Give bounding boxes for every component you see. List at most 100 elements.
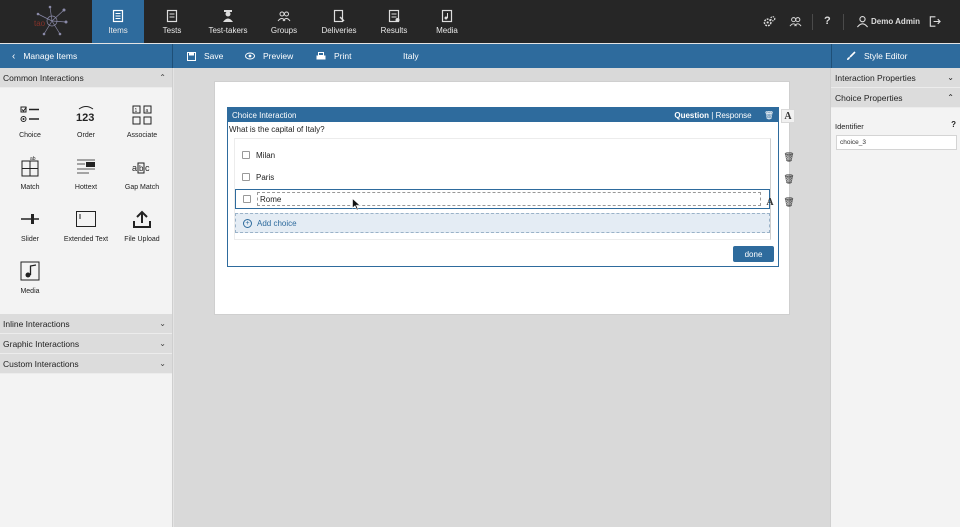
choice-checkbox[interactable] [243,195,251,203]
chevron-down-icon: ⌄ [947,73,954,82]
users-icon[interactable] [789,15,802,28]
manage-items-button[interactable]: ‹ Manage Items [0,44,173,68]
nav-tab-tests[interactable]: Tests [146,0,198,43]
logout-icon[interactable] [928,15,941,28]
style-editor-button[interactable]: Style Editor [831,44,960,68]
tool-extended-text[interactable]: Extended Text [58,208,114,243]
choice-interaction-header: Choice Interaction Question | Response 🗑 [228,108,778,122]
delete-choice-icon[interactable]: 🗑 [782,172,796,186]
item-toolbar: ‹ Manage Items Save Preview Print Italy … [0,44,960,68]
associate-icon: 1a [132,105,152,125]
chevron-down-icon: ⌄ [159,319,166,328]
interaction-properties-header[interactable]: Interaction Properties ⌄ [831,68,960,88]
nav-tab-label: Items [108,26,128,35]
text-format-icon[interactable]: A [763,195,777,209]
item-body[interactable]: Choice Interaction Question | Response 🗑… [214,81,795,315]
trash-icon[interactable]: 🗑 [764,111,774,120]
delete-choice-icon[interactable]: 🗑 [782,150,796,164]
text-format-icon[interactable]: A [781,109,795,123]
section-title: Graphic Interactions [3,338,80,349]
interaction-prompt[interactable]: What is the capital of Italy? [228,122,778,137]
tests-icon [166,9,178,23]
delete-choice-icon[interactable]: 🗑 [782,195,796,209]
tool-choice[interactable]: Choice [2,104,58,139]
file-upload-icon [133,210,151,228]
match-icon: ab [21,156,39,177]
tool-hottext[interactable]: Hottext [58,156,114,191]
item-canvas: Choice Interaction Question | Response 🗑… [174,68,830,527]
tool-associate[interactable]: 1a Associate [114,104,170,139]
divider [812,14,813,30]
response-mode-tab[interactable]: Response [716,111,752,120]
nav-tab-media[interactable]: Media [421,0,473,43]
settings-icon[interactable] [763,15,776,28]
inline-interactions-header[interactable]: Inline Interactions ⌄ [0,314,172,334]
choice-checkbox[interactable] [242,173,250,181]
preview-label: Preview [263,51,294,61]
preview-button[interactable]: Preview [245,44,293,68]
print-icon [316,51,326,59]
media-icon [441,9,453,23]
tool-label: Extended Text [63,236,109,243]
print-button[interactable]: Print [316,44,351,68]
nav-tab-test-takers[interactable]: Test-takers [202,0,254,43]
tao-logo[interactable]: tao [30,4,70,38]
nav-tab-groups[interactable]: Groups [258,0,310,43]
choice-item-selected[interactable]: Rome [235,189,770,209]
section-title: Interaction Properties [835,72,916,83]
tool-order[interactable]: 123 Order [58,104,114,139]
groups-icon [277,11,291,22]
choice-checkbox[interactable] [242,151,250,159]
done-button[interactable]: done [733,246,774,262]
common-interactions-grid: Choice 123 Order 1a Associate ab Match H… [0,88,172,314]
choice-edit-field[interactable]: Rome [257,192,761,206]
section-title: Common Interactions [3,72,84,83]
common-interactions-header[interactable]: Common Interactions ⌃ [0,68,172,88]
help-icon[interactable]: ? [824,15,831,27]
identifier-input[interactable]: choice_3 [836,135,957,150]
tool-gap-match[interactable]: abc Gap Match [114,156,170,191]
print-label: Print [334,51,352,61]
nav-tab-items[interactable]: Items [92,0,144,43]
add-choice-label: Add choice [257,218,297,228]
choice-label: Milan [256,150,276,160]
tool-file-upload[interactable]: File Upload [114,208,170,243]
choice-properties-header[interactable]: Choice Properties ⌃ [831,88,960,108]
chevron-up-icon: ⌃ [947,93,954,102]
graphic-interactions-header[interactable]: Graphic Interactions ⌄ [0,334,172,354]
choice-item[interactable]: Milan [235,145,770,165]
choice-item[interactable]: Paris [235,167,770,187]
identifier-label: Identifier [835,122,864,131]
tool-match[interactable]: ab Match [2,156,58,191]
tool-media[interactable]: Media [2,260,58,295]
nav-tab-deliveries[interactable]: Deliveries [313,0,365,43]
test-takers-icon [223,10,233,22]
chevron-up-icon: ⌃ [159,73,166,82]
nav-tab-label: Media [436,26,458,35]
nav-tab-label: Groups [270,26,298,35]
choice-interaction[interactable]: Choice Interaction Question | Response 🗑… [227,107,779,267]
tool-slider[interactable]: Slider [2,208,58,243]
choice-icon [20,106,39,122]
nav-tab-label: Tests [162,26,182,35]
results-icon [388,9,400,23]
nav-tab-results[interactable]: Results [368,0,420,43]
save-button[interactable]: Save [187,44,223,68]
help-icon[interactable]: ? [951,120,956,129]
interactions-panel: Common Interactions ⌃ Choice 123 Order 1… [0,68,173,527]
gap-match-icon: abc [132,162,150,174]
add-choice-button[interactable]: + Add choice [235,213,770,233]
manage-items-label: Manage Items [23,51,78,61]
nav-tab-label: Results [380,26,408,35]
user-name[interactable]: Demo Admin [871,17,920,26]
question-mode-tab[interactable]: Question [674,111,709,120]
tool-label: Choice [19,132,41,139]
eye-icon [245,52,255,60]
hottext-icon [77,159,95,174]
properties-panel: Interaction Properties ⌄ Choice Properti… [830,68,960,527]
custom-interactions-header[interactable]: Custom Interactions ⌄ [0,354,172,374]
svg-text:c: c [145,163,150,173]
chevron-left-icon: ‹ [12,50,16,62]
interaction-title: Choice Interaction [232,110,297,120]
svg-text:ab: ab [30,156,36,162]
